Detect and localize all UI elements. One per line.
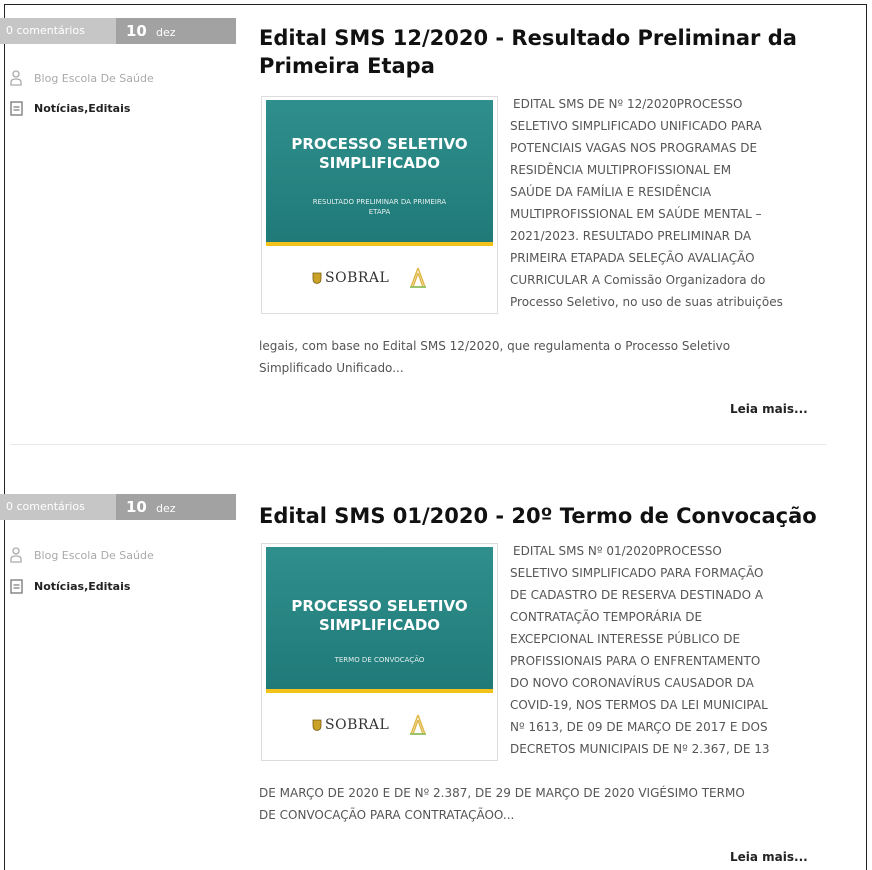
emblem-icon [410, 714, 427, 735]
sobral-logo: SOBRAL [312, 712, 431, 738]
crest-icon [312, 272, 322, 284]
excerpt-line: EDITAL SMS DE Nº 12/2020PROCESSO [513, 97, 743, 111]
thumbnail-stripe [266, 242, 493, 246]
thumbnail-heading: PROCESSO SELETIVO [291, 597, 468, 615]
read-more-link[interactable]: Leia mais... [730, 850, 808, 864]
post-date-month: dez [155, 26, 176, 39]
post-excerpt: EDITAL SMS DE Nº 12/2020PROCESSO SELETIV… [510, 93, 830, 313]
category-link-editais[interactable]: Editais [88, 102, 130, 115]
comment-count[interactable]: 0 comentários [0, 18, 116, 44]
author-link[interactable]: Blog Escola De Saúde [34, 72, 154, 85]
thumbnail-banner: PROCESSO SELETIVO SIMPLIFICADO TERMO DE … [266, 547, 493, 689]
excerpt-line: PROFISSIONAIS PARA O ENFRENTAMENTO [510, 654, 761, 668]
category-link-noticias[interactable]: Notícias [34, 580, 84, 593]
post-categories: Notícias, Editais [10, 100, 130, 116]
excerpt-line: CURRICULAR A Comissão Organizadora do [510, 273, 766, 287]
excerpt-line: DECRETOS MUNICIPAIS DE Nº 2.367, DE 13 [510, 742, 770, 756]
post-date: 10 dez [116, 18, 236, 44]
post-meta-bar: 0 comentários 10 dez [0, 494, 236, 520]
folder-icon [10, 579, 23, 594]
emblem-icon [410, 267, 427, 288]
blog-post: 0 comentários 10 dez Blog Escola De Saúd… [0, 445, 872, 870]
post-author: Blog Escola De Saúde [10, 70, 154, 86]
post-date: 10 dez [116, 494, 236, 520]
excerpt-line: Processo Seletivo, no uso de suas atribu… [510, 295, 783, 309]
excerpt-line: EXCEPCIONAL INTERESSE PÚBLICO DE [510, 632, 741, 646]
thumbnail-subtitle: TERMO DE CONVOCAÇÃO [334, 656, 425, 664]
user-icon [10, 547, 22, 563]
post-thumbnail[interactable]: PROCESSO SELETIVO SIMPLIFICADO RESULTADO… [261, 96, 498, 314]
post-thumbnail[interactable]: PROCESSO SELETIVO SIMPLIFICADO TERMO DE … [261, 543, 498, 761]
user-icon [10, 70, 22, 86]
logo-text: SOBRAL [325, 717, 390, 733]
excerpt-line: RESIDÊNCIA MULTIPROFISSIONAL EM [510, 163, 732, 177]
excerpt-line: CONTRATAÇÃO TEMPORÁRIA DE [510, 610, 703, 624]
thumbnail-heading: PROCESSO SELETIVO [291, 135, 468, 153]
excerpt-line: DO NOVO CORONAVÍRUS CAUSADOR DA [510, 676, 754, 690]
category-link-editais[interactable]: Editais [88, 580, 130, 593]
comment-count[interactable]: 0 comentários [0, 494, 116, 520]
read-more-link[interactable]: Leia mais... [730, 402, 808, 416]
post-title-line: Edital SMS 12/2020 - Resultado Prelimina… [259, 26, 797, 50]
excerpt-line: DE CADASTRO DE RESERVA DESTINADO A [510, 588, 764, 602]
category-link-noticias[interactable]: Notícias [34, 102, 84, 115]
crest-icon [312, 719, 322, 731]
logo-text: SOBRAL [325, 270, 390, 286]
post-title-line: Edital SMS 01/2020 - 20º Termo de Convoc… [259, 504, 817, 528]
excerpt-line: PRIMEIRA ETAPADA SELEÇÃO AVALIAÇÃO [510, 251, 755, 265]
post-date-day: 10 [126, 498, 147, 516]
thumbnail-heading: SIMPLIFICADO [318, 616, 441, 634]
post-date-day: 10 [126, 22, 147, 40]
excerpt-line: Nº 1613, DE 09 DE MARÇO DE 2017 E DOS [510, 720, 768, 734]
thumbnail-heading: SIMPLIFICADO [318, 154, 441, 172]
excerpt-line: Simplificado Unificado... [259, 361, 404, 375]
thumbnail-stripe [266, 689, 493, 693]
post-meta-bar: 0 comentários 10 dez [0, 18, 236, 44]
post-date-month: dez [155, 502, 176, 515]
post-excerpt-continued: DE MARÇO DE 2020 E DE Nº 2.387, DE 29 DE… [259, 782, 849, 826]
thumbnail-banner: PROCESSO SELETIVO SIMPLIFICADO RESULTADO… [266, 100, 493, 242]
blog-post: 0 comentários 10 dez Blog Escola De Saúd… [0, 0, 872, 445]
excerpt-line: SELETIVO SIMPLIFICADO UNIFICADO PARA [510, 119, 762, 133]
excerpt-line: DE MARÇO DE 2020 E DE Nº 2.387, DE 29 DE… [259, 786, 745, 800]
post-categories: Notícias, Editais [10, 578, 130, 594]
excerpt-line: EDITAL SMS Nº 01/2020PROCESSO [513, 544, 722, 558]
thumbnail-subtitle: RESULTADO PRELIMINAR DA PRIMEIRA ETAPA [312, 198, 447, 216]
folder-icon [10, 101, 23, 116]
sobral-logo: SOBRAL [312, 265, 431, 291]
author-link[interactable]: Blog Escola De Saúde [34, 549, 154, 562]
excerpt-line: SAÚDE DA FAMÍLIA E RESIDÊNCIA [510, 185, 712, 199]
post-title[interactable]: Edital SMS 12/2020 - Resultado Prelimina… [259, 24, 839, 80]
post-excerpt: EDITAL SMS Nº 01/2020PROCESSO SELETIVO S… [510, 540, 830, 760]
excerpt-line: DE CONVOCAÇÃO PARA CONTRATAÇÃOO... [259, 808, 515, 822]
post-title-line: Primeira Etapa [259, 54, 435, 78]
post-author: Blog Escola De Saúde [10, 547, 154, 563]
excerpt-line: legais, com base no Edital SMS 12/2020, … [259, 339, 731, 353]
excerpt-line: COVID-19, NOS TERMOS DA LEI MUNICIPAL [510, 698, 768, 712]
post-title[interactable]: Edital SMS 01/2020 - 20º Termo de Convoc… [259, 502, 839, 530]
excerpt-line: MULTIPROFISSIONAL EM SAÚDE MENTAL – [510, 207, 762, 221]
excerpt-line: 2021/2023. RESULTADO PRELIMINAR DA [510, 229, 752, 243]
excerpt-line: SELETIVO SIMPLIFICADO PARA FORMAÇÃO [510, 566, 764, 580]
excerpt-line: POTENCIAIS VAGAS NOS PROGRAMAS DE [510, 141, 758, 155]
post-excerpt-continued: legais, com base no Edital SMS 12/2020, … [259, 335, 849, 379]
